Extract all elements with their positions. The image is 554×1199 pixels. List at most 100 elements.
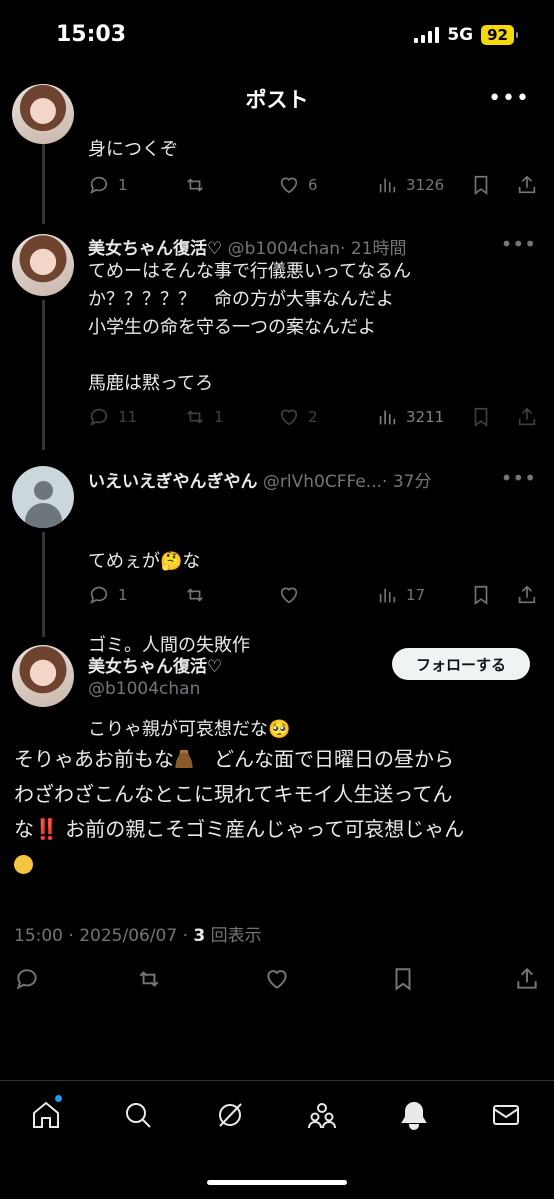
network-type: 5G [447, 25, 474, 45]
like-button[interactable]: 6 [278, 174, 318, 196]
retweet-icon [187, 178, 203, 192]
tweet-line: こりゃ親が可哀想だな🥺 [88, 719, 291, 740]
tweet-actions: 11 1 2 3211 [88, 406, 540, 432]
avatar[interactable] [12, 84, 74, 144]
display-name[interactable]: 美女ちゃん復活♡ [88, 239, 222, 259]
bookmark-icon [474, 175, 488, 195]
retweet-button[interactable] [184, 584, 214, 606]
messages-icon [493, 1105, 519, 1125]
heart-icon [280, 587, 298, 604]
user-handle[interactable]: @rlVh0CFFe... [263, 472, 382, 492]
page-title: ポスト [245, 88, 309, 112]
main-post-actions [14, 966, 544, 994]
reply-icon [90, 586, 108, 605]
heart-icon [280, 409, 298, 426]
retweet-button[interactable]: 1 [184, 406, 224, 428]
follow-button[interactable]: フォローする [392, 648, 530, 680]
tweet-header: いえいえぎやんぎやん @rlVh0CFFe...· 37分 [88, 467, 540, 492]
like-button[interactable] [278, 584, 308, 606]
communities-icon [308, 1103, 336, 1129]
display-name[interactable]: いえいえぎやんぎやん [88, 472, 258, 492]
thread-line [42, 300, 45, 450]
tweet-header: 美女ちゃん復活♡ @b1004chan· 21時間 [88, 234, 540, 259]
tab-messages[interactable] [490, 1099, 522, 1131]
share-button[interactable] [516, 584, 538, 606]
grok-icon [219, 1103, 242, 1127]
retweet-icon [139, 971, 159, 987]
views-button[interactable]: 3211 [376, 406, 444, 428]
tab-notifications[interactable] [398, 1099, 430, 1131]
reply-button[interactable] [14, 966, 40, 992]
more-button[interactable]: ••• [488, 86, 530, 111]
tweet-text: てめぇが🤔な ゴミ。人間の失敗作 こりゃ親が可哀想だな🥺 [88, 492, 290, 772]
tweet-more-button[interactable]: ••• [501, 466, 536, 490]
reply-icon [90, 408, 108, 427]
search-icon [126, 1103, 151, 1128]
share-icon [517, 967, 537, 989]
heart-icon [267, 970, 287, 989]
user-handle[interactable]: @b1004chan [88, 679, 200, 699]
home-indicator [207, 1180, 347, 1185]
tweet-more-button[interactable]: ••• [501, 232, 536, 256]
like-button[interactable] [264, 966, 290, 992]
tweet-text: てめーはそんな事で行儀悪いってなるん か？？？？？ 命の方が大事なんだよ 小学生… [88, 261, 412, 394]
views-button[interactable]: 3126 [376, 174, 444, 196]
bookmark-icon [395, 968, 411, 991]
share-icon [518, 585, 536, 604]
retweet-button[interactable] [184, 174, 214, 196]
notifications-icon [401, 1101, 427, 1130]
views-icon [379, 588, 396, 603]
reply-button[interactable]: 1 [88, 174, 128, 196]
views-icon [379, 178, 396, 193]
main-post-text: そりゃあお前もな どんな面で日曜日の昼から わざわざこんなとこに現れてキモイ人生… [14, 742, 544, 882]
bookmark-button[interactable] [470, 174, 492, 196]
tab-communities[interactable] [306, 1099, 338, 1131]
thread-line [42, 532, 45, 637]
avatar[interactable] [12, 466, 74, 528]
share-button[interactable] [514, 966, 540, 992]
tab-home[interactable] [30, 1099, 62, 1131]
display-name[interactable]: 美女ちゃん復活♡ [88, 652, 222, 677]
nav-header: ポスト ••• [0, 72, 554, 124]
reply-icon [90, 176, 108, 195]
tweet-actions: 1 17 [88, 584, 540, 610]
home-icon [33, 1101, 59, 1128]
bookmark-button[interactable] [470, 584, 492, 606]
tab-search[interactable] [122, 1099, 154, 1131]
tweet-time: · 21時間 [340, 239, 407, 259]
reply-button[interactable]: 11 [88, 406, 137, 428]
retweet-button[interactable] [136, 966, 162, 992]
avatar[interactable] [12, 645, 74, 707]
status-bar: 15:03 5G 92 [0, 0, 554, 72]
user-handle[interactable]: @b1004chan [228, 239, 340, 259]
avatar[interactable] [12, 234, 74, 296]
views-button[interactable]: 17 [376, 584, 425, 606]
share-icon [518, 407, 536, 426]
reply-icon [16, 969, 37, 990]
tweet-time: · 37分 [382, 472, 432, 492]
tweet-actions: 1 6 3126 [88, 174, 540, 200]
tweet-text: 身につくぞ [88, 139, 178, 160]
views-icon [379, 410, 396, 425]
tweet-line: てめぇが🤔な [88, 551, 201, 572]
share-button[interactable] [516, 174, 538, 196]
bookmark-icon [474, 585, 488, 605]
poop-emoji-icon [174, 750, 194, 768]
double-exclamation-icon: ‼️ [34, 817, 59, 841]
relieved-face-emoji-icon [14, 855, 33, 874]
bookmark-button[interactable] [390, 966, 416, 992]
post-meta: 15:00 · 2025/06/07 · 3 回表示 [14, 926, 262, 946]
retweet-icon [187, 410, 203, 424]
bookmark-icon [474, 407, 488, 427]
home-notification-dot [55, 1095, 62, 1102]
bookmark-button[interactable] [470, 406, 492, 428]
status-time: 15:03 [56, 22, 127, 47]
reply-button[interactable]: 1 [88, 584, 128, 606]
status-indicators: 5G 92 [414, 25, 518, 45]
share-button[interactable] [516, 406, 538, 428]
share-icon [518, 175, 536, 194]
retweet-icon [187, 588, 203, 602]
tab-grok[interactable] [214, 1099, 246, 1131]
like-button[interactable]: 2 [278, 406, 318, 428]
signal-icon [414, 27, 440, 43]
